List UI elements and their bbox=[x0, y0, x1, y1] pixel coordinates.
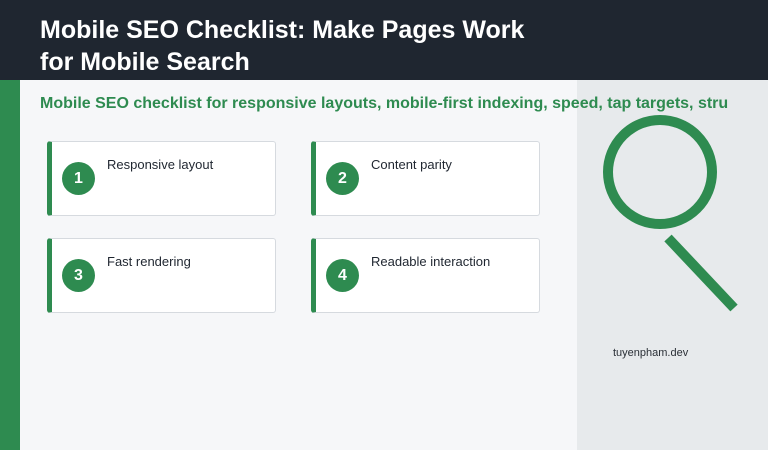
checklist-card-1: 1 Responsive layout bbox=[47, 141, 276, 216]
site-domain: tuyenpham.dev bbox=[613, 347, 689, 359]
accent-stripe bbox=[0, 80, 20, 450]
card-label: Content parity bbox=[371, 157, 452, 172]
magnifier-icon bbox=[603, 115, 738, 312]
card-number-badge: 2 bbox=[326, 162, 359, 195]
checklist-card-2: 2 Content parity bbox=[311, 141, 540, 216]
card-number-badge: 4 bbox=[326, 259, 359, 292]
checklist-card-3: 3 Fast rendering bbox=[47, 238, 276, 313]
card-label: Readable interaction bbox=[371, 254, 491, 269]
page-title: Mobile SEO Checklist: Make Pages Work fo… bbox=[40, 16, 525, 76]
checklist-card-4: 4 Readable interaction bbox=[311, 238, 540, 313]
page-subtitle: Mobile SEO checklist for responsive layo… bbox=[40, 95, 729, 112]
card-label: Responsive layout bbox=[107, 157, 214, 172]
magnifier-handle bbox=[664, 234, 738, 312]
card-number-badge: 3 bbox=[62, 259, 95, 292]
card-number-badge: 1 bbox=[62, 162, 95, 195]
card-label: Fast rendering bbox=[107, 254, 191, 269]
magnifier-lens bbox=[603, 115, 717, 229]
